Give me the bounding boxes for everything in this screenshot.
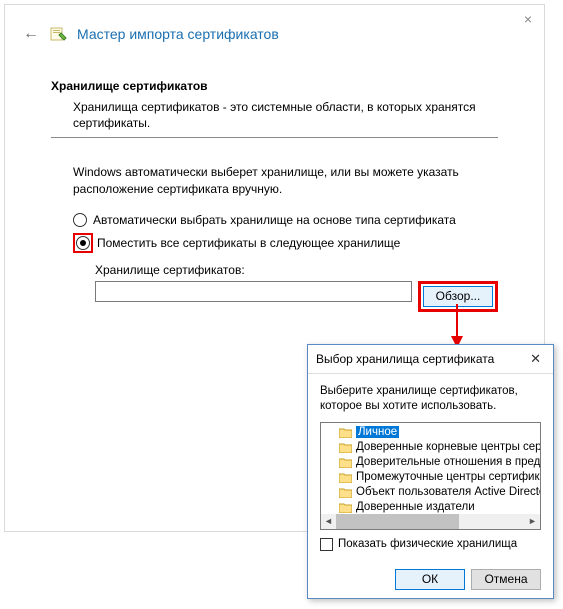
horizontal-scrollbar[interactable]: ◄ ► <box>321 514 540 529</box>
back-arrow-icon[interactable]: ← <box>23 25 39 43</box>
highlight-browse: Обзор... <box>418 281 498 312</box>
tree-item-label: Промежуточные центры сертификации <box>356 471 540 483</box>
tree-item-label: Личное <box>356 426 399 438</box>
radio-place-row[interactable]: Поместить все сертификаты в следующее хр… <box>73 233 498 253</box>
section-description: Хранилища сертификатов - это системные о… <box>73 99 498 131</box>
folder-icon <box>339 502 352 513</box>
tree-item-personal[interactable]: Личное <box>321 425 540 440</box>
radio-auto-row[interactable]: Автоматически выбрать хранилище на основ… <box>73 213 498 227</box>
folder-icon <box>339 472 352 483</box>
certificate-wizard-icon <box>49 25 67 43</box>
tree-item-label: Доверенные издатели <box>356 501 475 513</box>
folder-icon <box>339 427 352 438</box>
tree-item-ad-user-object[interactable]: Объект пользователя Active Directory <box>321 485 540 500</box>
close-icon[interactable]: × <box>518 9 538 29</box>
store-label: Хранилище сертификатов: <box>95 263 498 277</box>
show-physical-row[interactable]: Показать физические хранилища <box>320 538 541 551</box>
browse-button[interactable]: Обзор... <box>423 286 493 307</box>
separator <box>51 137 498 138</box>
dialog-title-bar: Выбор хранилища сертификата ✕ <box>308 345 553 374</box>
radio-place-label: Поместить все сертификаты в следующее хр… <box>97 236 400 250</box>
scroll-thumb[interactable] <box>336 514 459 529</box>
store-input[interactable] <box>95 281 412 302</box>
tree-item-label: Доверительные отношения в предприяти <box>356 456 540 468</box>
show-physical-label: Показать физические хранилища <box>338 538 517 550</box>
dialog-close-icon[interactable]: ✕ <box>526 351 545 367</box>
store-row: Обзор... <box>95 281 498 312</box>
section-title: Хранилище сертификатов <box>51 79 498 93</box>
tree-item-enterprise-trust[interactable]: Доверительные отношения в предприяти <box>321 455 540 470</box>
folder-icon <box>339 442 352 453</box>
tree-item-label: Доверенные корневые центры сертифика <box>356 441 540 453</box>
show-physical-checkbox[interactable] <box>320 538 333 551</box>
dialog-title: Выбор хранилища сертификата <box>316 352 494 366</box>
radio-auto[interactable] <box>73 213 87 227</box>
scroll-track[interactable] <box>336 514 525 529</box>
highlight-radio <box>73 233 93 253</box>
tree-item-label: Объект пользователя Active Directory <box>356 486 540 498</box>
folder-icon <box>339 487 352 498</box>
scroll-left-icon[interactable]: ◄ <box>321 514 336 529</box>
wizard-body: Хранилище сертификатов Хранилища сертифи… <box>5 51 544 322</box>
dialog-buttons: ОК Отмена <box>308 569 553 600</box>
select-store-dialog: Выбор хранилища сертификата ✕ Выберите х… <box>307 344 554 599</box>
tree-item-trusted-root[interactable]: Доверенные корневые центры сертифика <box>321 440 540 455</box>
auto-select-text: Windows автоматически выберет хранилище,… <box>73 164 498 196</box>
folder-icon <box>339 457 352 468</box>
wizard-header: ← Мастер импорта сертификатов <box>5 5 544 51</box>
wizard-title: Мастер импорта сертификатов <box>77 26 279 42</box>
radio-auto-label: Автоматически выбрать хранилище на основ… <box>93 213 456 227</box>
tree-item-trusted-publishers[interactable]: Доверенные издатели <box>321 500 540 515</box>
store-tree[interactable]: Личное Доверенные корневые центры сертиф… <box>320 422 541 530</box>
radio-place[interactable] <box>76 236 90 250</box>
dialog-instruction: Выберите хранилище сертификатов, которое… <box>320 384 541 414</box>
dialog-body: Выберите хранилище сертификатов, которое… <box>308 374 553 569</box>
tree-item-intermediate[interactable]: Промежуточные центры сертификации <box>321 470 540 485</box>
cancel-button[interactable]: Отмена <box>471 569 541 590</box>
scroll-right-icon[interactable]: ► <box>525 514 540 529</box>
ok-button[interactable]: ОК <box>395 569 465 590</box>
